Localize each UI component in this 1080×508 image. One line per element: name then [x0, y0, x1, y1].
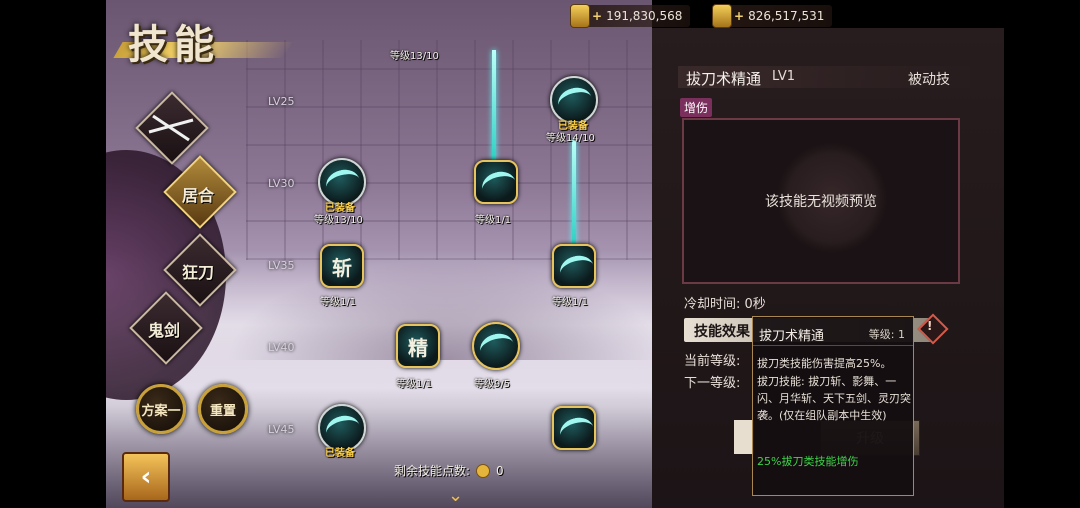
skill-level: LV1 — [772, 69, 795, 84]
background-lattice — [246, 40, 652, 260]
right-letterbox — [1004, 0, 1080, 508]
skill-level-text: 等级1/1 — [552, 297, 589, 308]
skill-node-4[interactable]: 斩 — [320, 244, 364, 288]
reset-button[interactable]: 重置 — [198, 384, 248, 434]
crossed-swords-icon — [148, 114, 194, 142]
current-level-label: 当前等级: — [684, 354, 741, 369]
category-label-kyoutou: 狂刀 — [181, 263, 214, 282]
skill-video-preview: 该技能无视频预览 — [682, 118, 960, 284]
upgrade-button-edge — [734, 420, 754, 454]
chevron-down-icon[interactable]: ⌄ — [448, 485, 463, 506]
category-label-kiken: 鬼剑 — [147, 321, 180, 340]
skill-level-text: 等级1/1 — [475, 215, 512, 226]
currency-value: 191,830,568 — [606, 9, 683, 23]
skill-level-text: 等级13/10 — [314, 215, 363, 226]
level-row-label: LV30 — [268, 177, 295, 190]
remaining-points-label: 剩余技能点数: — [394, 464, 471, 478]
skill-level-text: 等级1/1 — [396, 379, 433, 390]
skill-node-9[interactable] — [552, 406, 596, 450]
tooltip-skill-list: 拔刀技能: 拔刀斩、影舞、一闪、月华斩、天下五剑、灵刃突袭。(仅在组队副本中生效… — [757, 375, 911, 422]
skill-link-beam — [572, 140, 576, 244]
tooltip-divider — [753, 345, 913, 346]
remaining-points-value: 0 — [496, 463, 504, 478]
skill-level-text: 等级14/10 — [546, 133, 595, 144]
skill-link-beam — [492, 50, 496, 160]
tooltip-bonus: 25%拔刀类技能增伤 — [757, 455, 859, 468]
remaining-skill-points: 剩余技能点数: 0 — [394, 462, 504, 479]
currency-gold-2[interactable]: + 826,517,531 — [712, 4, 833, 28]
level-row-label: LV35 — [268, 259, 295, 272]
gold-ingot-icon — [712, 4, 732, 28]
skill-level-text: 等级9/5 — [474, 379, 511, 390]
back-button[interactable]: ‹ — [122, 452, 170, 502]
warning-icon-mark: ! — [927, 319, 933, 333]
skill-tooltip: 拔刀术精通 等级: 1 拔刀类技能伤害提高25%。 拔刀技能: 拔刀斩、影舞、一… — [752, 316, 914, 496]
skill-tag: 增伤 — [680, 98, 713, 117]
tooltip-description: 拔刀类技能伤害提高25%。 — [757, 357, 892, 370]
skill-type: 被动技 — [908, 72, 950, 88]
skill-node-5[interactable] — [552, 244, 596, 288]
skill-node-7[interactable] — [472, 322, 520, 370]
left-letterbox — [0, 0, 106, 508]
add-currency-icon[interactable]: + — [734, 9, 744, 23]
skill-point-icon — [476, 463, 491, 478]
skill-node-6[interactable]: 精 — [396, 324, 440, 368]
skill-detail-header: 拔刀术精通 LV1 被动技 — [678, 66, 974, 88]
level-row-label: LV40 — [268, 341, 295, 354]
skill-name: 拔刀术精通 — [686, 70, 762, 88]
back-arrow-icon: ‹ — [140, 462, 152, 492]
skill-node-2[interactable] — [474, 160, 518, 204]
page-title: 技能 — [128, 21, 220, 68]
gold-ingot-icon — [570, 4, 590, 28]
tooltip-skill-name: 拔刀术精通 — [759, 329, 825, 344]
next-level-label: 下一等级: — [684, 376, 741, 391]
level-row-label: LV45 — [268, 423, 295, 436]
level-row-label: LV25 — [268, 95, 295, 108]
plan-select-button[interactable]: 方案一 — [136, 384, 186, 434]
category-label-iai: 居合 — [181, 186, 214, 205]
skill-effect-label: 技能效果 — [694, 324, 750, 340]
add-currency-icon[interactable]: + — [592, 9, 602, 23]
tooltip-skill-level: 等级: 1 — [868, 328, 905, 341]
currency-gold-1[interactable]: + 191,830,568 — [570, 4, 691, 28]
video-placeholder-text: 该技能无视频预览 — [765, 194, 877, 210]
equipped-badge: 已装备 — [325, 448, 355, 459]
skill-level-text: 等级1/1 — [320, 297, 357, 308]
skill-level-text: 等级13/10 — [390, 51, 439, 62]
cooldown-text: 冷却时间: 0秒 — [684, 297, 766, 312]
currency-value: 826,517,531 — [748, 9, 825, 23]
